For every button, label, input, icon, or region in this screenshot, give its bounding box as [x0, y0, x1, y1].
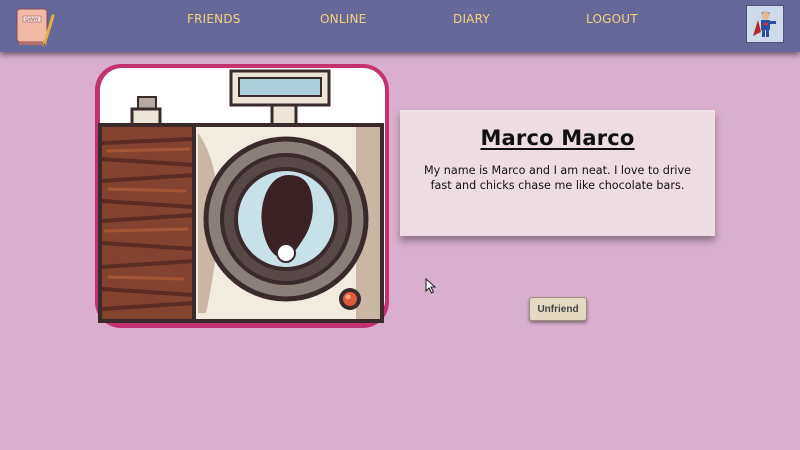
logo-label: DIARY	[25, 17, 39, 23]
profile-photo	[95, 64, 389, 328]
diary-logo-icon[interactable]: DIARY	[13, 6, 57, 48]
user-avatar[interactable]	[746, 5, 784, 43]
mouse-pointer-icon	[425, 278, 437, 294]
nav-logout-link[interactable]: LOGOUT	[586, 12, 638, 26]
nav-online-link[interactable]: ONLINE	[320, 12, 366, 26]
nav-diary-link[interactable]: DIARY	[453, 12, 490, 26]
profile-bio: My name is Marco and I am neat. I love t…	[423, 164, 692, 192]
nav-friends-link[interactable]: FRIENDS	[187, 12, 241, 26]
top-navbar: DIARY FRIENDS ONLINE DIARY LOGOUT	[0, 0, 800, 52]
superhero-avatar-icon	[747, 6, 783, 42]
unfriend-button[interactable]: Unfriend	[529, 297, 587, 321]
profile-name: Marco Marco	[480, 126, 635, 150]
profile-card: Marco Marco My name is Marco and I am ne…	[400, 110, 715, 236]
